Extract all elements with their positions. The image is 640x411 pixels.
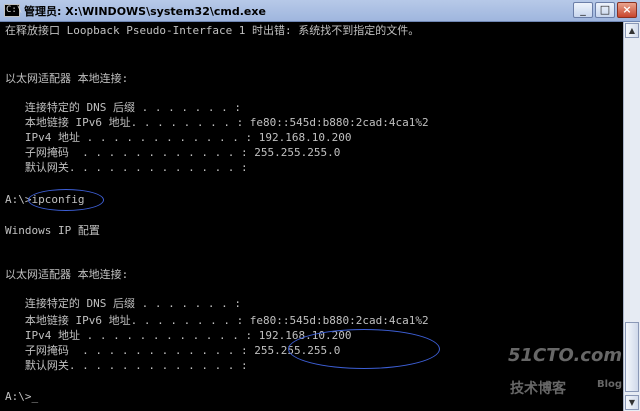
console-line: 本地链接 IPv6 地址. . . . . . . . : fe80::545d… <box>5 116 429 129</box>
minimize-button[interactable]: _ <box>573 2 593 18</box>
console-line: 连接特定的 DNS 后缀 . . . . . . . : <box>5 297 241 310</box>
scroll-down-arrow-icon[interactable]: ▼ <box>625 395 639 410</box>
console-line: 以太网适配器 本地连接: <box>5 72 129 85</box>
watermark-logo: 51CTO.com <box>508 345 623 366</box>
console-line: 子网掩码 . . . . . . . . . . . . : 255.255.2… <box>5 146 341 159</box>
console-line: 默认网关. . . . . . . . . . . . . : <box>5 359 248 372</box>
scroll-thumb[interactable] <box>625 322 639 392</box>
console-line: 默认网关. . . . . . . . . . . . . : <box>5 161 248 174</box>
close-button[interactable]: × <box>617 2 637 18</box>
console-line: 本地链接 IPv6 地址. . . . . . . . : fe80::545d… <box>5 314 429 327</box>
window-title: 管理员: X:\WINDOWS\system32\cmd.exe <box>24 5 266 18</box>
console-line: IPv4 地址 . . . . . . . . . . . . : 192.16… <box>5 131 352 144</box>
title-bar[interactable]: C:\ 管理员: X:\WINDOWS\system32\cmd.exe _ □… <box>0 0 640 22</box>
annotation-circle-command <box>28 189 104 211</box>
console-line: 连接特定的 DNS 后缀 . . . . . . . : <box>5 101 241 114</box>
maximize-button[interactable]: □ <box>595 2 615 18</box>
console-line: 以太网适配器 本地连接: <box>5 268 129 281</box>
scroll-up-arrow-icon[interactable]: ▲ <box>625 23 639 38</box>
cmd-icon[interactable]: C:\ <box>4 4 22 17</box>
watermark-blog: Blog <box>597 379 623 390</box>
console-line: Windows IP 配置 <box>5 224 100 237</box>
console-line: A:\>_ <box>5 390 39 403</box>
watermark-subtitle: 技术博客 <box>510 381 566 397</box>
console-line: 在释放接口 Loopback Pseudo-Interface 1 时出错: 系… <box>5 24 420 37</box>
vertical-scrollbar[interactable]: ▲ ▼ <box>623 22 640 411</box>
annotation-circle-addresses <box>288 329 440 369</box>
